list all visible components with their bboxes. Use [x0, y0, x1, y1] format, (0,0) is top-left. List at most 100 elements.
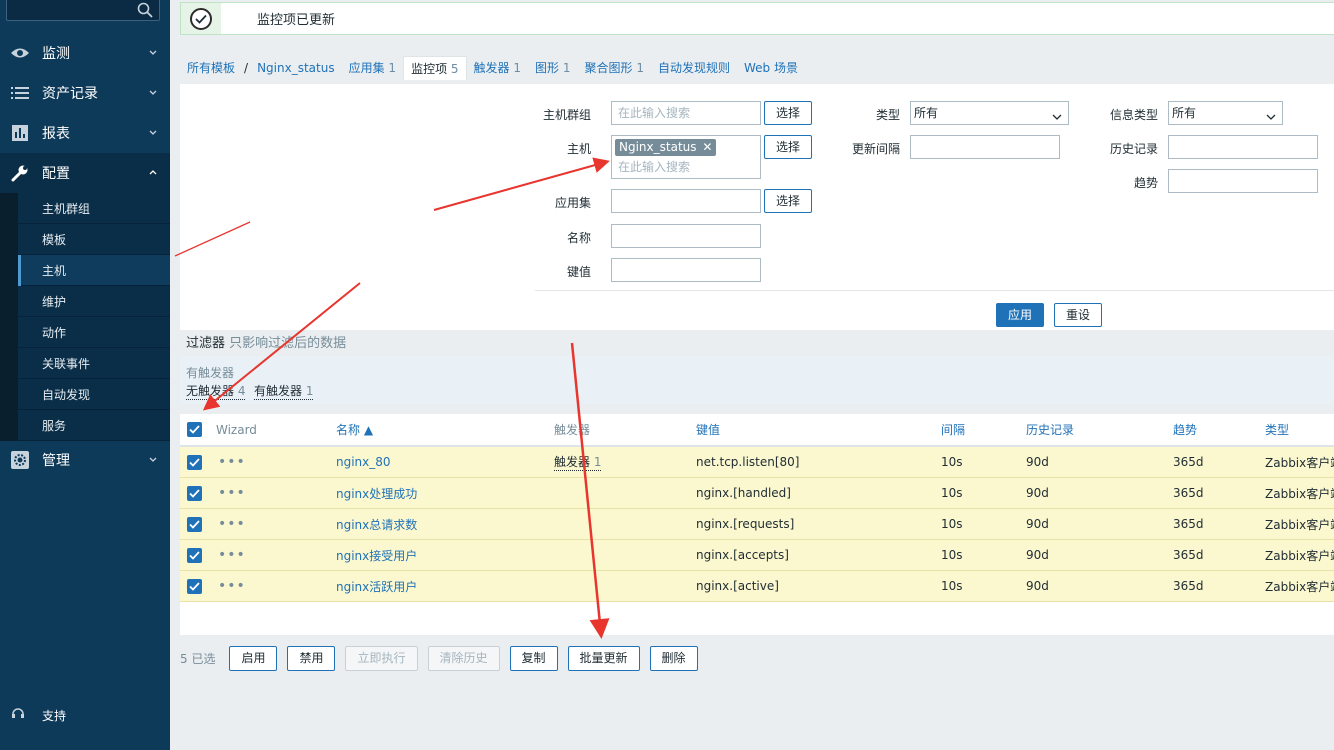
host-group-input[interactable]: 在此输入搜索 [611, 101, 761, 125]
tab-triggers[interactable]: 触发器 1 [467, 56, 528, 80]
copy-button[interactable]: 复制 [509, 646, 558, 671]
chevron-up-icon [148, 166, 158, 182]
action-bar: 5 已选 启用 禁用 立即执行 清除历史 复制 批量更新 删除 [180, 646, 708, 671]
submenu-discovery[interactable]: 自动发现 [18, 379, 170, 410]
interval-input[interactable] [910, 135, 1060, 159]
history-input[interactable] [1168, 135, 1318, 159]
submenu-templates[interactable]: 模板 [18, 224, 170, 255]
subfilter-label: 无触发器 [186, 384, 235, 398]
header-history[interactable]: 历史记录 [1026, 414, 1074, 445]
item-name-link[interactable]: nginx_80 [336, 455, 391, 469]
submenu-maintenance[interactable]: 维护 [18, 286, 170, 317]
host-select-button[interactable]: 选择 [764, 135, 812, 159]
trends-label: 趋势 [1133, 176, 1158, 190]
disable-button[interactable]: 禁用 [287, 646, 336, 671]
more-icon[interactable]: ••• [218, 454, 246, 470]
header-trends[interactable]: 趋势 [1173, 414, 1197, 445]
tab-items[interactable]: 监控项 5 [403, 56, 467, 80]
row-checkbox-cell [187, 447, 202, 477]
filter-title: 过滤器 [186, 336, 226, 351]
name-input[interactable] [611, 224, 761, 248]
more-icon[interactable]: ••• [218, 516, 246, 532]
subfilter-has-triggers[interactable]: 有触发器 1 [254, 382, 314, 400]
check-now-button[interactable]: 立即执行 [345, 646, 418, 671]
host-group-select-button[interactable]: 选择 [764, 101, 812, 125]
header-name[interactable]: 名称 ▲ [336, 414, 373, 445]
submenu-actions[interactable]: 动作 [18, 317, 170, 348]
header-key[interactable]: 键值 [696, 414, 720, 445]
interval-label: 更新间隔 [851, 142, 900, 156]
subfilter-no-triggers[interactable]: 无触发器 4 [186, 382, 246, 400]
reset-button[interactable]: 重设 [1054, 303, 1102, 327]
item-name-link[interactable]: nginx接受用户 [336, 547, 417, 564]
chevron-down-icon [1266, 107, 1276, 129]
item-history-cell: 90d [1026, 455, 1049, 469]
support-link[interactable]: 支持 [12, 707, 66, 724]
item-name-cell: nginx接受用户 [336, 540, 417, 570]
row-checkbox[interactable] [187, 454, 202, 470]
menu-reports[interactable]: 报表 [0, 113, 170, 153]
row-checkbox[interactable] [187, 578, 202, 594]
menu-configuration[interactable]: 配置 [0, 153, 170, 193]
submenu-correlation[interactable]: 关联事件 [18, 348, 170, 379]
filter-divider [535, 290, 1334, 291]
item-key-cell: nginx.[requests] [696, 517, 795, 531]
tab-graphs[interactable]: 图形 1 [528, 56, 577, 80]
app-input[interactable] [611, 189, 761, 213]
info-type-select[interactable]: 所有 [1168, 101, 1283, 125]
chevron-down-icon [1052, 107, 1062, 129]
search-icon[interactable] [137, 2, 153, 21]
more-icon[interactable]: ••• [218, 578, 246, 594]
menu-inventory[interactable]: 资产记录 [0, 73, 170, 113]
clear-history-button[interactable]: 清除历史 [427, 646, 500, 671]
app-select-button[interactable]: 选择 [764, 189, 812, 213]
tab-screens[interactable]: 聚合图形 1 [578, 56, 651, 80]
submenu-hosts[interactable]: 主机 [18, 255, 170, 286]
tab-discovery-rules[interactable]: 自动发现规则 [651, 56, 737, 80]
tab-template[interactable]: Nginx_status [250, 56, 342, 80]
row-checkbox[interactable] [187, 485, 202, 501]
delete-button[interactable]: 删除 [649, 646, 698, 671]
more-icon[interactable]: ••• [218, 485, 246, 501]
row-checkbox[interactable] [187, 547, 202, 563]
type-select[interactable]: 所有 [910, 101, 1069, 125]
key-input[interactable] [611, 258, 761, 282]
mass-update-button[interactable]: 批量更新 [567, 646, 640, 671]
list-icon [10, 86, 30, 100]
submenu-host-groups[interactable]: 主机群组 [18, 193, 170, 224]
row-checkbox-cell [187, 478, 202, 508]
header-type[interactable]: 类型 [1265, 414, 1289, 445]
breadcrumb-tabs: 所有模板 / Nginx_status 应用集 1 监控项 5 触发器 1 图形… [180, 56, 805, 80]
apply-button[interactable]: 应用 [996, 303, 1044, 327]
item-name-cell: nginx处理成功 [336, 478, 417, 508]
trends-input[interactable] [1168, 169, 1318, 193]
host-chip[interactable]: Nginx_status ✕ [615, 139, 717, 156]
select-all-checkbox[interactable] [187, 414, 202, 445]
item-name-link[interactable]: nginx处理成功 [336, 485, 417, 502]
table-row: ••• nginx处理成功 nginx.[handled] 10s 90d 365d Zab… [180, 478, 1334, 509]
item-name-link[interactable]: nginx活跃用户 [336, 578, 417, 595]
menu-administration[interactable]: 管理 [0, 440, 170, 480]
tab-applications[interactable]: 应用集 1 [342, 56, 403, 80]
host-multiselect[interactable]: Nginx_status ✕ 在此输入搜索 [611, 135, 761, 179]
tab-web-scenarios[interactable]: Web 场景 [737, 56, 805, 80]
header-interval[interactable]: 间隔 [941, 414, 965, 445]
menu-monitoring[interactable]: 监测 [0, 33, 170, 73]
item-name-link[interactable]: nginx总请求数 [336, 516, 417, 533]
submenu-services[interactable]: 服务 [18, 410, 170, 441]
remove-icon[interactable]: ✕ [702, 140, 712, 154]
host-search-placeholder[interactable]: 在此输入搜索 [618, 158, 690, 175]
item-history-cell: 90d [1026, 579, 1049, 593]
sidebar-search-input[interactable] [6, 0, 160, 21]
table-header: Wizard 名称 ▲ 触发器 键值 间隔 历史记录 趋势 类型 [180, 414, 1334, 447]
checkbox[interactable] [187, 422, 202, 437]
item-trends-cell: 365d [1173, 548, 1204, 562]
more-icon[interactable]: ••• [218, 547, 246, 563]
filter-tab[interactable]: 过滤器 只影响过滤后的数据 [186, 332, 346, 351]
tab-all-templates[interactable]: 所有模板 [180, 56, 242, 80]
item-triggers-link[interactable]: 触发器 1 [554, 453, 602, 471]
subfilter-count: 4 [237, 384, 246, 398]
row-checkbox[interactable] [187, 516, 202, 532]
tab-label: 触发器 [473, 61, 510, 75]
enable-button[interactable]: 启用 [229, 646, 278, 671]
